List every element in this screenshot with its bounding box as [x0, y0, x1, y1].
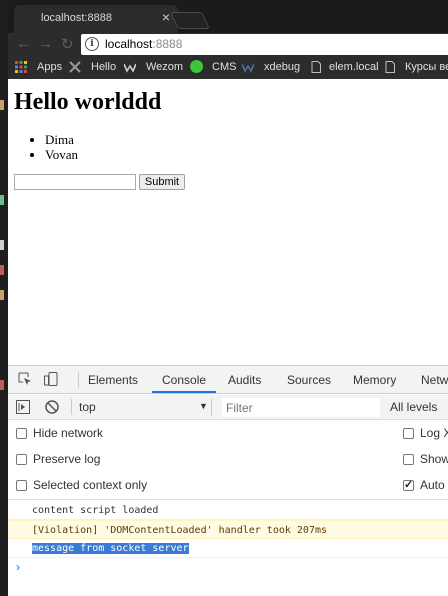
console-message: content script loaded	[8, 501, 448, 520]
device-toolbar-icon[interactable]	[44, 372, 58, 386]
bookmark-cms[interactable]: CMS	[212, 61, 236, 73]
tab-elements[interactable]: Elements	[88, 373, 138, 387]
name-list: Dima Vovan	[45, 132, 78, 162]
bookmark-elem-local[interactable]: elem.local	[329, 61, 379, 73]
bookmarks-bar: Apps Hello Wezom CMS xdebug elem.local К…	[8, 56, 448, 79]
tab-title: localhost:8888	[41, 12, 112, 24]
bookmark-apps[interactable]: Apps	[37, 61, 62, 73]
tab-memory[interactable]: Memory	[353, 373, 396, 387]
preserve-log-checkbox[interactable]	[16, 454, 27, 465]
tab-network[interactable]: Netw	[421, 373, 448, 387]
log-levels-dropdown[interactable]: All levels	[390, 400, 437, 414]
bookmark-hello[interactable]: Hello	[91, 61, 116, 73]
separator	[211, 399, 212, 416]
bookmark-kursy[interactable]: Курсы ве	[405, 61, 448, 73]
browser-tab[interactable]: localhost:8888 ×	[14, 5, 178, 33]
hide-network-checkbox[interactable]	[16, 428, 27, 439]
tab-close-icon[interactable]: ×	[162, 9, 170, 25]
info-icon[interactable]: i	[85, 37, 99, 51]
preserve-log-label: Preserve log	[33, 452, 101, 466]
submit-button[interactable]: Submit	[139, 174, 185, 190]
address-bar[interactable]: i localhost:8888	[81, 34, 448, 55]
devtools-panel: Elements Console Audits Sources Memory N…	[8, 365, 448, 596]
selected-message-text[interactable]: message from socket server	[32, 543, 189, 554]
selected-context-checkbox[interactable]	[16, 480, 27, 491]
browser-toolbar: ← → ↻ i localhost:8888	[8, 33, 448, 56]
log-xhr-checkbox[interactable]	[403, 428, 414, 439]
console-toolbar: top ▼ All levels	[8, 395, 448, 420]
tab-strip: localhost:8888 ×	[8, 0, 448, 33]
bookmark-wezom[interactable]: Wezom	[146, 61, 183, 73]
filter-input[interactable]	[222, 398, 380, 417]
show-timestamps-label: Show	[420, 452, 448, 466]
wezom-icon	[124, 63, 136, 73]
xdebug-icon	[242, 63, 254, 73]
tools-icon	[69, 61, 81, 73]
tab-console[interactable]: Console	[162, 373, 206, 387]
list-item: Dima	[45, 132, 78, 147]
list-item: Vovan	[45, 147, 78, 162]
separator	[8, 499, 448, 500]
console-violation: [Violation] 'DOMContentLoaded' handler t…	[8, 520, 448, 539]
page-icon	[311, 61, 321, 73]
tab-sources[interactable]: Sources	[287, 373, 331, 387]
show-timestamps-checkbox[interactable]	[403, 454, 414, 465]
autocomplete-label: Auto	[420, 478, 445, 492]
page-content: Hello worlddd Dima Vovan Submit	[8, 79, 448, 365]
forward-arrow-icon[interactable]: →	[38, 35, 53, 52]
separator	[71, 399, 72, 415]
apps-grid-icon[interactable]	[15, 61, 27, 73]
page-heading: Hello worlddd	[14, 89, 162, 115]
text-input[interactable]	[14, 174, 136, 190]
show-drawer-icon[interactable]	[16, 400, 30, 414]
console-message: message from socket server	[8, 539, 448, 558]
devtools-tabbar: Elements Console Audits Sources Memory N…	[8, 366, 448, 394]
tab-audits[interactable]: Audits	[228, 373, 261, 387]
console-prompt-icon[interactable]: ›	[16, 560, 20, 574]
dropdown-arrow-icon[interactable]: ▼	[199, 401, 208, 411]
separator	[78, 372, 79, 388]
reload-icon[interactable]: ↻	[61, 35, 74, 53]
autocomplete-checkbox[interactable]	[403, 478, 414, 491]
hide-network-label: Hide network	[33, 426, 104, 440]
page-icon	[385, 61, 395, 73]
cms-icon	[190, 60, 203, 73]
url-text[interactable]: localhost:8888	[105, 37, 182, 51]
bookmark-xdebug[interactable]: xdebug	[264, 61, 300, 73]
back-arrow-icon[interactable]: ←	[16, 35, 31, 52]
context-selector[interactable]: top	[79, 400, 96, 414]
selected-context-label: Selected context only	[33, 478, 148, 492]
clear-console-icon[interactable]	[45, 400, 59, 414]
active-tab-indicator	[152, 391, 216, 393]
log-xhr-label: Log X	[420, 426, 448, 440]
background-editor-strip	[0, 0, 8, 596]
new-tab-button[interactable]	[170, 12, 210, 29]
inspect-element-icon[interactable]	[18, 372, 32, 386]
browser-window: localhost:8888 × ← → ↻ i localhost:8888 …	[8, 0, 448, 596]
